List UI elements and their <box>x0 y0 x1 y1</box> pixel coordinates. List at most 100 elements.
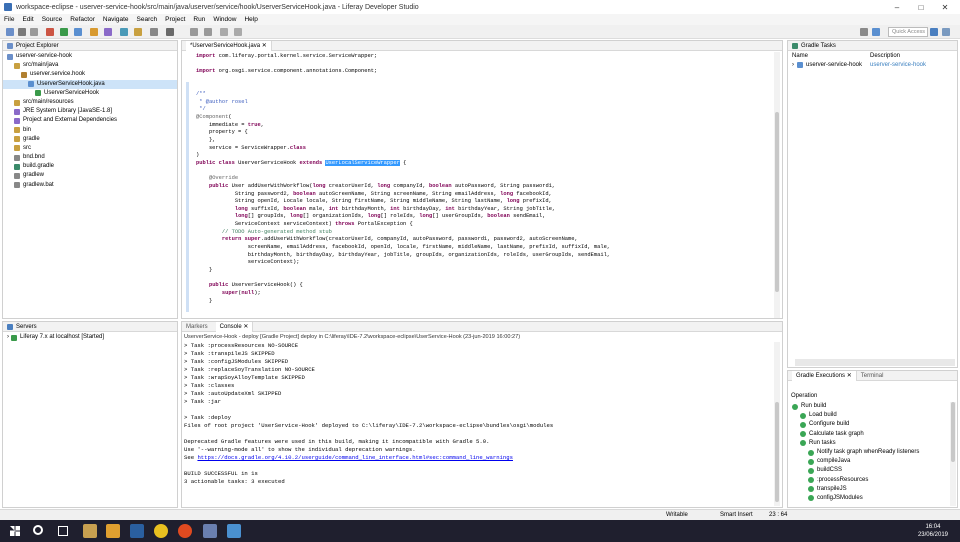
back-icon[interactable] <box>220 28 228 36</box>
col-desc-header[interactable]: Description <box>870 53 900 59</box>
new-icon[interactable] <box>6 28 14 36</box>
gradle-exec-thumb[interactable] <box>951 402 955 462</box>
operation-item[interactable]: Configure build <box>788 420 957 429</box>
editor-scroll-thumb[interactable] <box>775 112 779 292</box>
status-writable: Writable <box>666 512 688 518</box>
gradle-exec-panel: Gradle Executions ✕ Terminal Operation R… <box>787 370 958 508</box>
chrome-icon[interactable] <box>154 524 168 538</box>
debug-perspective-icon[interactable] <box>942 28 950 36</box>
server-row[interactable]: › Liferay 7.x at localhost [Started] <box>3 333 177 342</box>
menu-edit[interactable]: Edit <box>22 16 33 23</box>
tree-item[interactable]: src/main/java <box>3 61 177 70</box>
markers-tab[interactable]: Markers <box>186 322 208 332</box>
windows-start-icon[interactable] <box>10 526 20 536</box>
menu-navigate[interactable]: Navigate <box>103 16 129 23</box>
debug-icon[interactable] <box>46 28 54 36</box>
menu-run[interactable]: Run <box>193 16 205 23</box>
clock[interactable]: 16:04 23/06/2019 <box>918 523 948 539</box>
operation-item[interactable]: Run build <box>788 402 957 411</box>
console-tab[interactable]: Console ✕ <box>215 321 254 332</box>
code-area[interactable]: import com.liferay.portal.kernel.service… <box>196 53 762 305</box>
tree-item[interactable]: bnd.bnd <box>3 153 177 162</box>
operation-item[interactable]: compileJava <box>788 457 957 466</box>
tree-item[interactable]: Project and External Dependencies <box>3 116 177 125</box>
tree-item[interactable]: src <box>3 144 177 153</box>
java-perspective-icon[interactable] <box>872 28 880 36</box>
close-button[interactable]: ✕ <box>934 0 956 14</box>
gradle-icon <box>792 42 798 49</box>
file-explorer-icon[interactable] <box>83 524 97 538</box>
open-type-icon[interactable] <box>134 28 142 36</box>
tree-item[interactable]: JRE System Library [JavaSE-1.8] <box>3 107 177 116</box>
console-scroll-thumb[interactable] <box>775 402 779 502</box>
project-explorer-tab[interactable]: Project Explorer <box>3 41 177 51</box>
servers-tab[interactable]: Servers <box>3 322 177 332</box>
operation-item[interactable]: Notify task graph whenReady listeners <box>788 448 957 457</box>
editor-scrollbar[interactable] <box>774 52 780 318</box>
docs-link[interactable]: https://docs.gradle.org/4.10.2/userguide… <box>197 454 513 461</box>
new-package-icon[interactable] <box>120 28 128 36</box>
tree-item[interactable]: userver.service.hook <box>3 70 177 79</box>
tree-item[interactable]: UserverServiceHook <box>3 89 177 98</box>
maximize-button[interactable]: □ <box>910 0 932 14</box>
toggle-mark-icon[interactable] <box>166 28 174 36</box>
gradle-tasks-tab[interactable]: Gradle Tasks <box>788 41 957 51</box>
menu-search[interactable]: Search <box>137 16 158 23</box>
save-icon[interactable] <box>18 28 26 36</box>
deploy-icon[interactable] <box>74 28 82 36</box>
forward-icon[interactable] <box>234 28 242 36</box>
tree-item[interactable]: bin <box>3 126 177 135</box>
expand-icon[interactable]: › <box>792 62 794 68</box>
operation-item[interactable]: configJSModules <box>788 494 957 503</box>
operation-item[interactable]: buildCSS <box>788 466 957 475</box>
tree-item[interactable]: src/main/resources <box>3 98 177 107</box>
menu-file[interactable]: File <box>4 16 14 23</box>
word-icon[interactable] <box>130 524 144 538</box>
gradle-h-scrollbar[interactable] <box>795 359 955 366</box>
console-output[interactable]: > Task :processResources NO-SOURCE > Task… <box>184 342 762 486</box>
cortana-icon[interactable] <box>33 525 43 535</box>
prev-annotation-icon[interactable] <box>204 28 212 36</box>
tree-item[interactable]: gradlew <box>3 171 177 180</box>
save-all-icon[interactable] <box>30 28 38 36</box>
menu-window[interactable]: Window <box>213 16 236 23</box>
tree-item[interactable]: userver-service-hook <box>3 52 177 61</box>
perspective-icon[interactable] <box>860 28 868 36</box>
operation-item[interactable]: transpileJS <box>788 485 957 494</box>
search-icon[interactable] <box>150 28 158 36</box>
console-header: UserverService-Hook - deploy [Gradle Pro… <box>184 334 521 340</box>
operation-item[interactable]: :processResources <box>788 476 957 485</box>
expand-icon[interactable]: › <box>7 333 9 342</box>
tree-item[interactable]: gradle <box>3 135 177 144</box>
console-scrollbar[interactable] <box>774 342 780 506</box>
operation-item[interactable]: Calculate task graph <box>788 430 957 439</box>
media-icon[interactable] <box>178 524 192 538</box>
menu-source[interactable]: Source <box>42 16 63 23</box>
next-annotation-icon[interactable] <box>190 28 198 36</box>
operation-item[interactable]: Load build <box>788 411 957 420</box>
quick-access-field[interactable]: Quick Access <box>888 27 928 37</box>
build-icon[interactable] <box>90 28 98 36</box>
editor-tab[interactable]: *UserverServiceHook.java ✕ <box>186 40 272 51</box>
server-icon[interactable] <box>104 28 112 36</box>
liferay-perspective-icon[interactable] <box>930 28 938 36</box>
gradle-exec-tab[interactable]: Gradle Executions ✕ <box>792 370 857 381</box>
sublime-icon[interactable] <box>106 524 120 538</box>
gradle-exec-scrollbar[interactable] <box>950 402 956 506</box>
minimize-button[interactable]: – <box>886 0 908 14</box>
tree-item[interactable]: build.gradle <box>3 162 177 171</box>
gradle-task-row[interactable]: › userver-service-hook <box>792 62 862 68</box>
task-view-icon[interactable] <box>58 526 68 536</box>
menu-refactor[interactable]: Refactor <box>70 16 95 23</box>
run-icon[interactable] <box>60 28 68 36</box>
menu-help[interactable]: Help <box>244 16 257 23</box>
change-ruler <box>186 82 189 312</box>
col-name-header[interactable]: Name <box>792 53 808 59</box>
liferay-ide-icon[interactable] <box>203 524 217 538</box>
terminal-tab[interactable]: Terminal <box>861 371 884 381</box>
menu-project[interactable]: Project <box>165 16 185 23</box>
operation-item[interactable]: Run tasks <box>788 439 957 448</box>
app-icon-2[interactable] <box>227 524 241 538</box>
tree-item[interactable]: gradlew.bat <box>3 181 177 190</box>
tree-item[interactable]: UserverServiceHook.java <box>3 79 177 89</box>
